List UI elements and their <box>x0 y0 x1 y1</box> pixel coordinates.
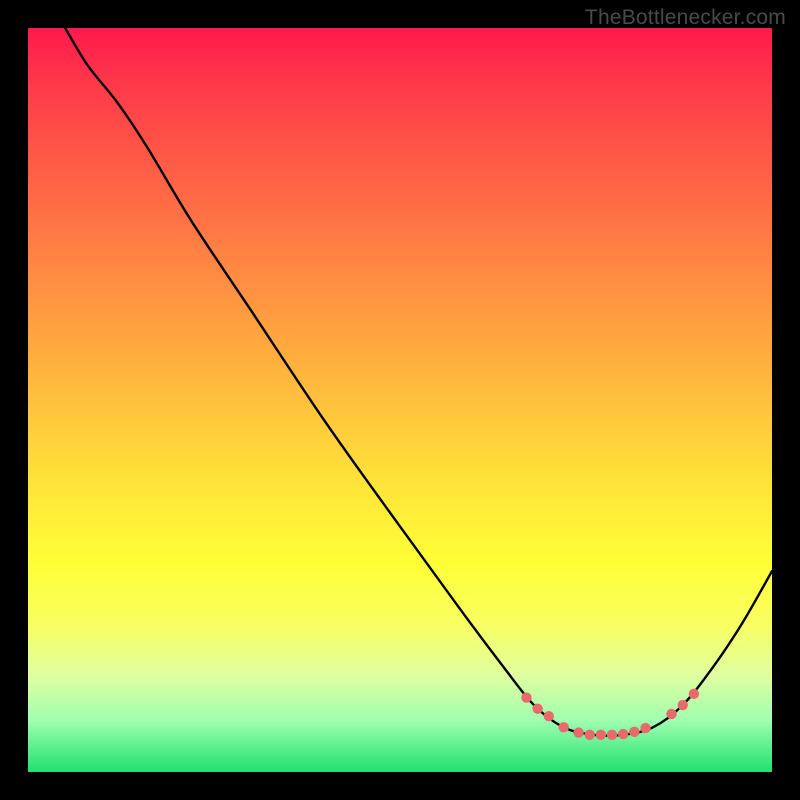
bead-point <box>558 722 568 732</box>
bead-point <box>596 730 606 740</box>
plot-area <box>28 28 772 772</box>
bead-point <box>521 692 531 702</box>
watermark-text: TheBottlenecker.com <box>585 6 786 30</box>
bead-point <box>544 711 554 721</box>
bead-point <box>573 727 583 737</box>
bead-point <box>666 709 676 719</box>
bead-point <box>678 700 688 710</box>
bottleneck-curve <box>65 28 772 736</box>
bead-point <box>640 723 650 733</box>
chart-frame: TheBottlenecker.com <box>0 0 800 800</box>
bead-point <box>585 730 595 740</box>
bead-point <box>532 704 542 714</box>
chart-svg <box>28 28 772 772</box>
curve-beads <box>521 689 699 740</box>
bead-point <box>629 727 639 737</box>
bead-point <box>618 729 628 739</box>
bead-point <box>689 689 699 699</box>
bead-point <box>607 730 617 740</box>
